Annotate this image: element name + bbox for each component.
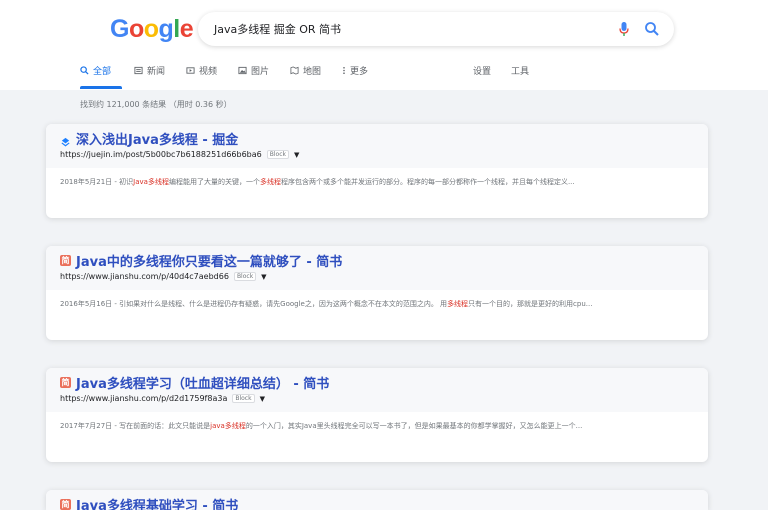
- result-stats: 找到约 121,000 条结果 （用时 0.36 秒）: [80, 100, 232, 109]
- result-title-link[interactable]: Java多线程学习（吐血超详细总结） - 简书: [76, 373, 329, 392]
- cache-badge[interactable]: Block: [266, 150, 289, 159]
- result-header: 深入浅出Java多线程 - 掘金 https://juejin.im/post/…: [46, 124, 708, 168]
- result-snippet: 2017年7月27日 - 写在前面的话：此文只能说是java多线程的一个入门，其…: [60, 422, 583, 430]
- jianshu-favicon-icon: 简: [60, 377, 71, 388]
- result-title-link[interactable]: Java中的多线程你只要看这一篇就够了 - 简书: [76, 251, 342, 270]
- result-title-link[interactable]: Java多线程基础学习 - 简书: [76, 495, 238, 510]
- tab-news[interactable]: 新闻: [134, 64, 165, 77]
- result-card: 简 Java多线程基础学习 - 简书: [46, 490, 708, 510]
- tab-tools[interactable]: 工具: [511, 64, 529, 77]
- search-icon: [80, 66, 89, 75]
- tab-video[interactable]: 视频: [186, 64, 217, 77]
- result-url-row: https://www.jianshu.com/p/40d4c7aebd66 B…: [60, 272, 267, 281]
- tab-more[interactable]: 更多: [342, 64, 368, 77]
- result-card: 简 Java中的多线程你只要看这一篇就够了 - 简书 https://www.j…: [46, 246, 708, 340]
- result-header: 简 Java中的多线程你只要看这一篇就够了 - 简书 https://www.j…: [46, 246, 708, 290]
- active-tab-indicator: [80, 86, 122, 89]
- jianshu-favicon-icon: 简: [60, 499, 71, 510]
- result-title-link[interactable]: 深入浅出Java多线程 - 掘金: [76, 129, 238, 148]
- result-snippet: 2018年5月21日 - 初识Java多线程编程能用了大量的关键，一个多线程程序…: [60, 178, 575, 186]
- cache-badge[interactable]: Block: [233, 272, 257, 281]
- tab-all[interactable]: 全部: [80, 64, 122, 89]
- video-icon: [186, 66, 195, 75]
- search-icon[interactable]: [644, 21, 660, 37]
- tab-settings[interactable]: 设置: [473, 64, 491, 77]
- more-icon: [342, 66, 346, 75]
- result-url-row: https://juejin.im/post/5b00bc7b6188251d6…: [60, 150, 299, 159]
- result-url[interactable]: https://www.jianshu.com/p/40d4c7aebd66: [60, 272, 229, 281]
- jianshu-favicon-icon: 简: [60, 255, 71, 266]
- result-header: 简 Java多线程学习（吐血超详细总结） - 简书 https://www.ji…: [46, 368, 708, 412]
- juejin-favicon-icon: [60, 133, 71, 147]
- result-snippet: 2016年5月16日 - 引如果对什么是线程、什么是进程仍存有疑惑，请先Goog…: [60, 300, 593, 308]
- map-icon: [290, 66, 299, 75]
- search-query[interactable]: Java多线程 掘金 OR 简书: [214, 21, 341, 37]
- image-icon: [238, 66, 247, 75]
- result-card: 深入浅出Java多线程 - 掘金 https://juejin.im/post/…: [46, 124, 708, 218]
- caret-down-icon[interactable]: ▼: [261, 273, 266, 281]
- search-box[interactable]: Java多线程 掘金 OR 简书: [198, 12, 674, 46]
- result-header: 简 Java多线程基础学习 - 简书: [46, 490, 708, 510]
- tab-maps[interactable]: 地图: [290, 64, 321, 77]
- google-logo[interactable]: Google: [110, 14, 194, 44]
- mic-icon[interactable]: [618, 21, 630, 37]
- news-icon: [134, 66, 143, 75]
- caret-down-icon[interactable]: ▼: [260, 395, 265, 403]
- result-url-row: https://www.jianshu.com/p/d2d1759f8a3a B…: [60, 394, 265, 403]
- tab-images[interactable]: 图片: [238, 64, 269, 77]
- top-bar: Google Java多线程 掘金 OR 简书 全部 新闻 视频 图片 地图 更…: [0, 0, 768, 90]
- result-card: 简 Java多线程学习（吐血超详细总结） - 简书 https://www.ji…: [46, 368, 708, 462]
- caret-down-icon[interactable]: ▼: [294, 151, 299, 159]
- result-url[interactable]: https://www.jianshu.com/p/d2d1759f8a3a: [60, 394, 227, 403]
- result-url[interactable]: https://juejin.im/post/5b00bc7b6188251d6…: [60, 150, 262, 159]
- cache-badge[interactable]: Block: [232, 394, 255, 403]
